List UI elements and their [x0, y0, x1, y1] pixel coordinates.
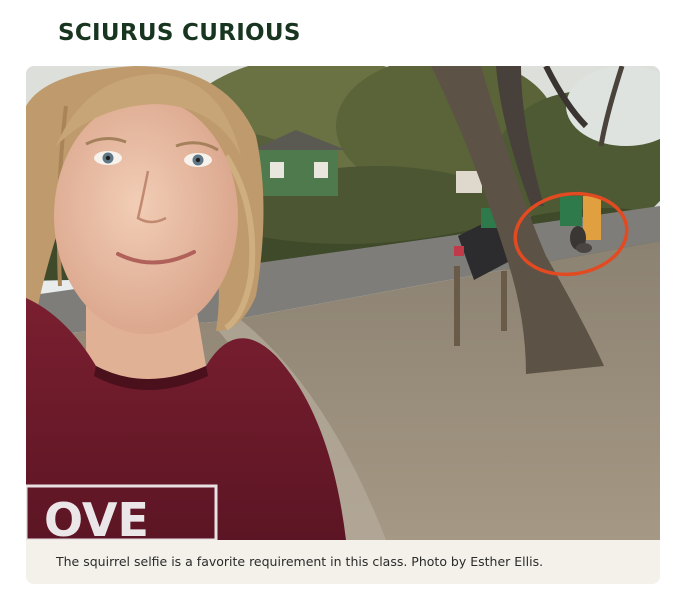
- photo-figure: OVE The squirrel selfie is a favorite re…: [26, 66, 660, 584]
- shirt-print: OVE: [44, 493, 149, 540]
- caption-bar: The squirrel selfie is a favorite requir…: [26, 540, 660, 584]
- photo-caption: The squirrel selfie is a favorite requir…: [56, 554, 544, 569]
- selfie-photo: OVE: [26, 66, 660, 540]
- article-page: SCIURUS CURIOUS OVE The squirrel selfie …: [0, 0, 680, 601]
- face: [54, 98, 238, 334]
- article-heading: SCIURUS CURIOUS: [58, 20, 301, 46]
